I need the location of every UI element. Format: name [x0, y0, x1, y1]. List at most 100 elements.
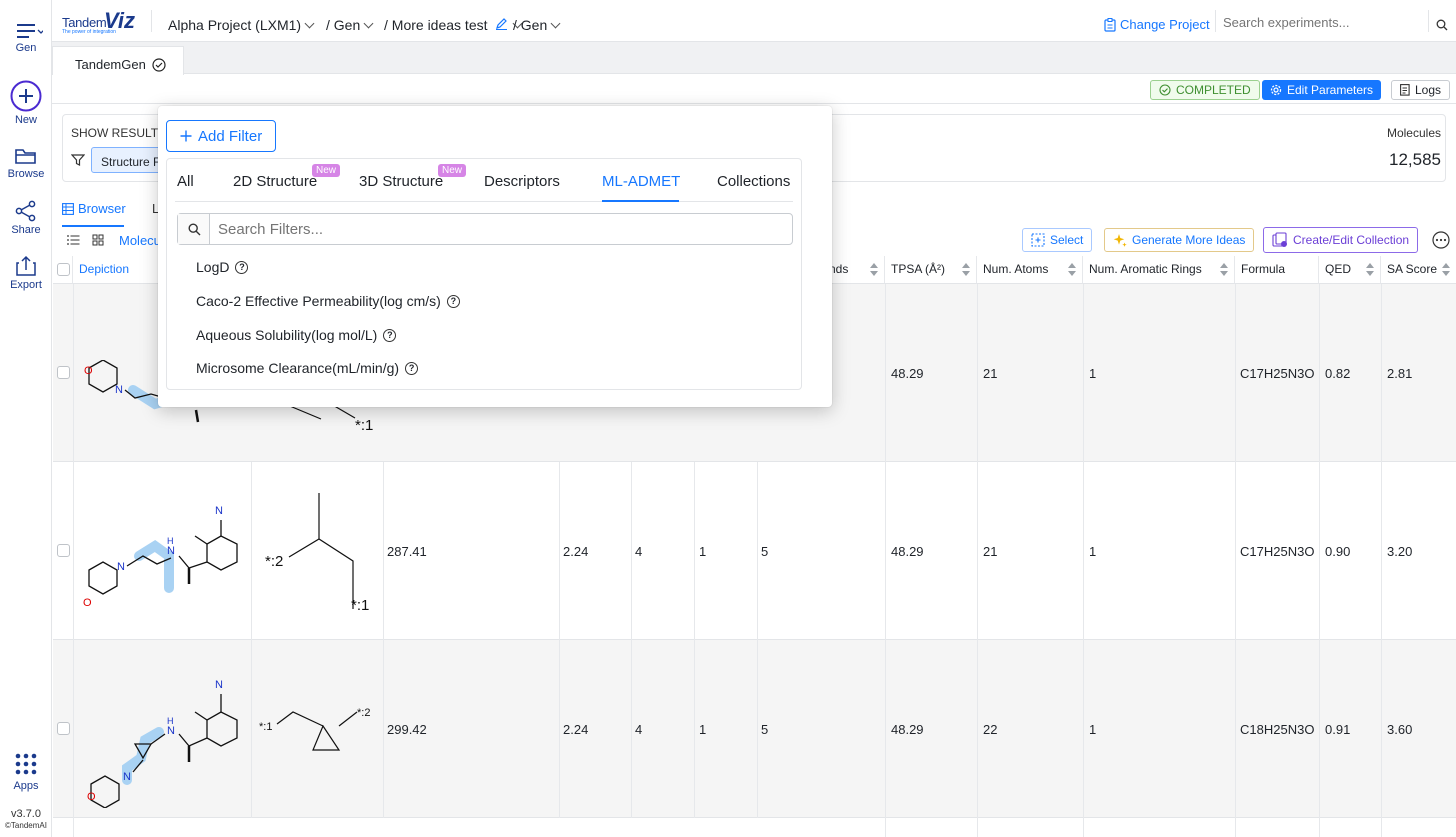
edit-pencil-icon[interactable] [495, 18, 509, 30]
change-project-link[interactable]: Change Project [1104, 17, 1210, 32]
experiment-search-input[interactable] [1217, 12, 1427, 32]
rail-browse[interactable]: Browse [0, 146, 52, 180]
fragment-depiction: *:1 *:2 [259, 707, 370, 751]
add-filter-button[interactable]: Add Filter [166, 120, 277, 152]
filter-item-logd[interactable]: LogD? [196, 259, 249, 275]
cell-hbd: 1 [699, 722, 707, 737]
rail-apps[interactable]: Apps [0, 752, 52, 792]
check-circle-icon [1159, 84, 1171, 96]
logs-button[interactable]: Logs [1391, 80, 1451, 100]
breadcrumb-project[interactable]: Alpha Project (LXM1) [168, 17, 315, 33]
column-header-qed[interactable]: QED [1319, 256, 1381, 284]
filter-tab-collections[interactable]: Collections [717, 173, 790, 190]
search-icon [188, 223, 201, 236]
column-header-sa-score[interactable]: SA Score [1381, 256, 1456, 284]
table-row[interactable]: O N N H N *:2 *:1 287.41 2.24 4 1 5 48.2… [53, 462, 1456, 640]
generate-more-ideas-button[interactable]: Generate More Ideas [1104, 228, 1255, 252]
new-badge: New [312, 164, 341, 177]
filter-tab-ml-admet[interactable]: ML-ADMET [602, 173, 680, 190]
svg-text:N: N [123, 771, 131, 783]
filter-tab-all[interactable]: All [177, 173, 194, 190]
breadcrumb-run[interactable]: / Gen [513, 17, 561, 33]
column-header-num-atoms[interactable]: Num. Atoms [977, 256, 1083, 284]
svg-text:N: N [215, 505, 223, 517]
edit-parameters-button[interactable]: Edit Parameters [1262, 80, 1382, 100]
cell-logp: 2.24 [563, 544, 589, 559]
column-header-bonds[interactable]: nds [823, 256, 885, 284]
create-edit-collection-button[interactable]: Create/Edit Collection [1263, 227, 1419, 253]
help-icon[interactable]: ? [405, 361, 419, 375]
row-checkbox[interactable] [57, 366, 70, 379]
row-checkbox[interactable] [57, 544, 70, 557]
export-icon [16, 255, 36, 276]
svg-text:H: H [167, 716, 174, 726]
cell-tpsa: 48.29 [891, 366, 924, 381]
active-tab-indicator [602, 200, 679, 202]
chevron-down-icon [363, 18, 374, 29]
divider [1215, 10, 1216, 32]
svg-text:N: N [167, 545, 175, 557]
filter-icon [71, 154, 85, 166]
svg-text:N: N [115, 384, 123, 396]
menu-button[interactable]: Gen [0, 22, 52, 54]
gear-icon [1270, 84, 1282, 96]
status-toolbar: COMPLETED Edit Parameters Logs [52, 74, 1456, 104]
filter-item-aqueous-solubility[interactable]: Aqueous Solubility(log mol/L)? [196, 327, 397, 343]
tab-tandemgen[interactable]: TandemGen [52, 46, 184, 75]
table-row[interactable]: O N N H N *:1 *:2 299.42 2.24 4 1 5 48.2… [53, 640, 1456, 818]
column-header-formula[interactable]: Formula [1235, 256, 1319, 284]
cell-hba: 4 [635, 544, 643, 559]
svg-text:N: N [167, 725, 175, 737]
row-checkbox[interactable] [57, 722, 70, 735]
folder-icon [15, 149, 36, 164]
fragment-depiction: *:2 *:1 [265, 493, 369, 614]
rail-new-label: New [14, 114, 37, 126]
rail-new[interactable]: New [0, 80, 52, 126]
filter-item-caco2-permeability[interactable]: Caco-2 Effective Permeability(log cm/s)? [196, 293, 460, 309]
filter-tab-3d-structure[interactable]: 3D Structure [359, 173, 443, 190]
chevron-down-icon [304, 18, 315, 29]
more-options-icon[interactable] [1432, 231, 1450, 249]
column-header-tpsa[interactable]: TPSA (Å²) [885, 256, 977, 284]
help-icon[interactable]: ? [383, 328, 397, 342]
molecules-count: 12,585 [1389, 150, 1441, 169]
cell-num-atoms: 22 [983, 722, 998, 737]
cell-qed: 0.90 [1325, 544, 1351, 559]
rail-export[interactable]: Export [0, 255, 52, 291]
svg-text:*:1: *:1 [355, 417, 373, 434]
tab-browser[interactable]: Browser [62, 201, 126, 216]
svg-text:O: O [84, 365, 93, 377]
grid-view-icon[interactable] [92, 234, 104, 246]
select-all-checkbox[interactable] [57, 263, 70, 276]
help-icon[interactable]: ? [235, 260, 249, 274]
filter-tab-descriptors[interactable]: Descriptors [484, 173, 560, 190]
left-rail: Gen New Browse Share Export Apps v3.7.0 … [0, 0, 52, 837]
apps-grid-icon [15, 753, 37, 775]
breadcrumb-experiment[interactable]: / More ideas test [384, 17, 523, 33]
select-box-icon [1031, 233, 1045, 247]
select-button[interactable]: Select [1022, 228, 1093, 252]
filter-tab-2d-structure[interactable]: 2D Structure [233, 173, 317, 190]
header-checkbox-cell [53, 256, 73, 284]
svg-text:*:1: *:1 [351, 597, 369, 614]
list-view-icon[interactable] [67, 234, 80, 246]
search-icon[interactable] [1436, 19, 1448, 31]
table-icon [62, 202, 74, 215]
cell-logp: 2.24 [563, 722, 589, 737]
cell-rotatable-bonds: 5 [761, 722, 769, 737]
filter-item-microsome-clearance[interactable]: Microsome Clearance(mL/min/g)? [196, 360, 419, 376]
chevron-down-icon [550, 18, 561, 29]
add-filter-popup: Add Filter All 2D Structure New 3D Struc… [158, 106, 832, 407]
cell-qed: 0.91 [1325, 722, 1351, 737]
sparkle-icon [1113, 234, 1127, 247]
breadcrumb-gen[interactable]: / Gen [326, 17, 374, 33]
column-header-num-aromatic-rings[interactable]: Num. Aromatic Rings [1083, 256, 1235, 284]
help-icon[interactable]: ? [446, 294, 460, 308]
svg-text:H: H [167, 536, 174, 546]
molecule-depiction: O N N H N [83, 505, 238, 609]
molecule-view-label[interactable]: Molecu [119, 233, 161, 248]
rail-share[interactable]: Share [0, 200, 52, 236]
cell-hba: 4 [635, 722, 643, 737]
filter-search-input[interactable] [212, 215, 788, 243]
filter-card: All 2D Structure New 3D Structure New De… [166, 158, 802, 390]
